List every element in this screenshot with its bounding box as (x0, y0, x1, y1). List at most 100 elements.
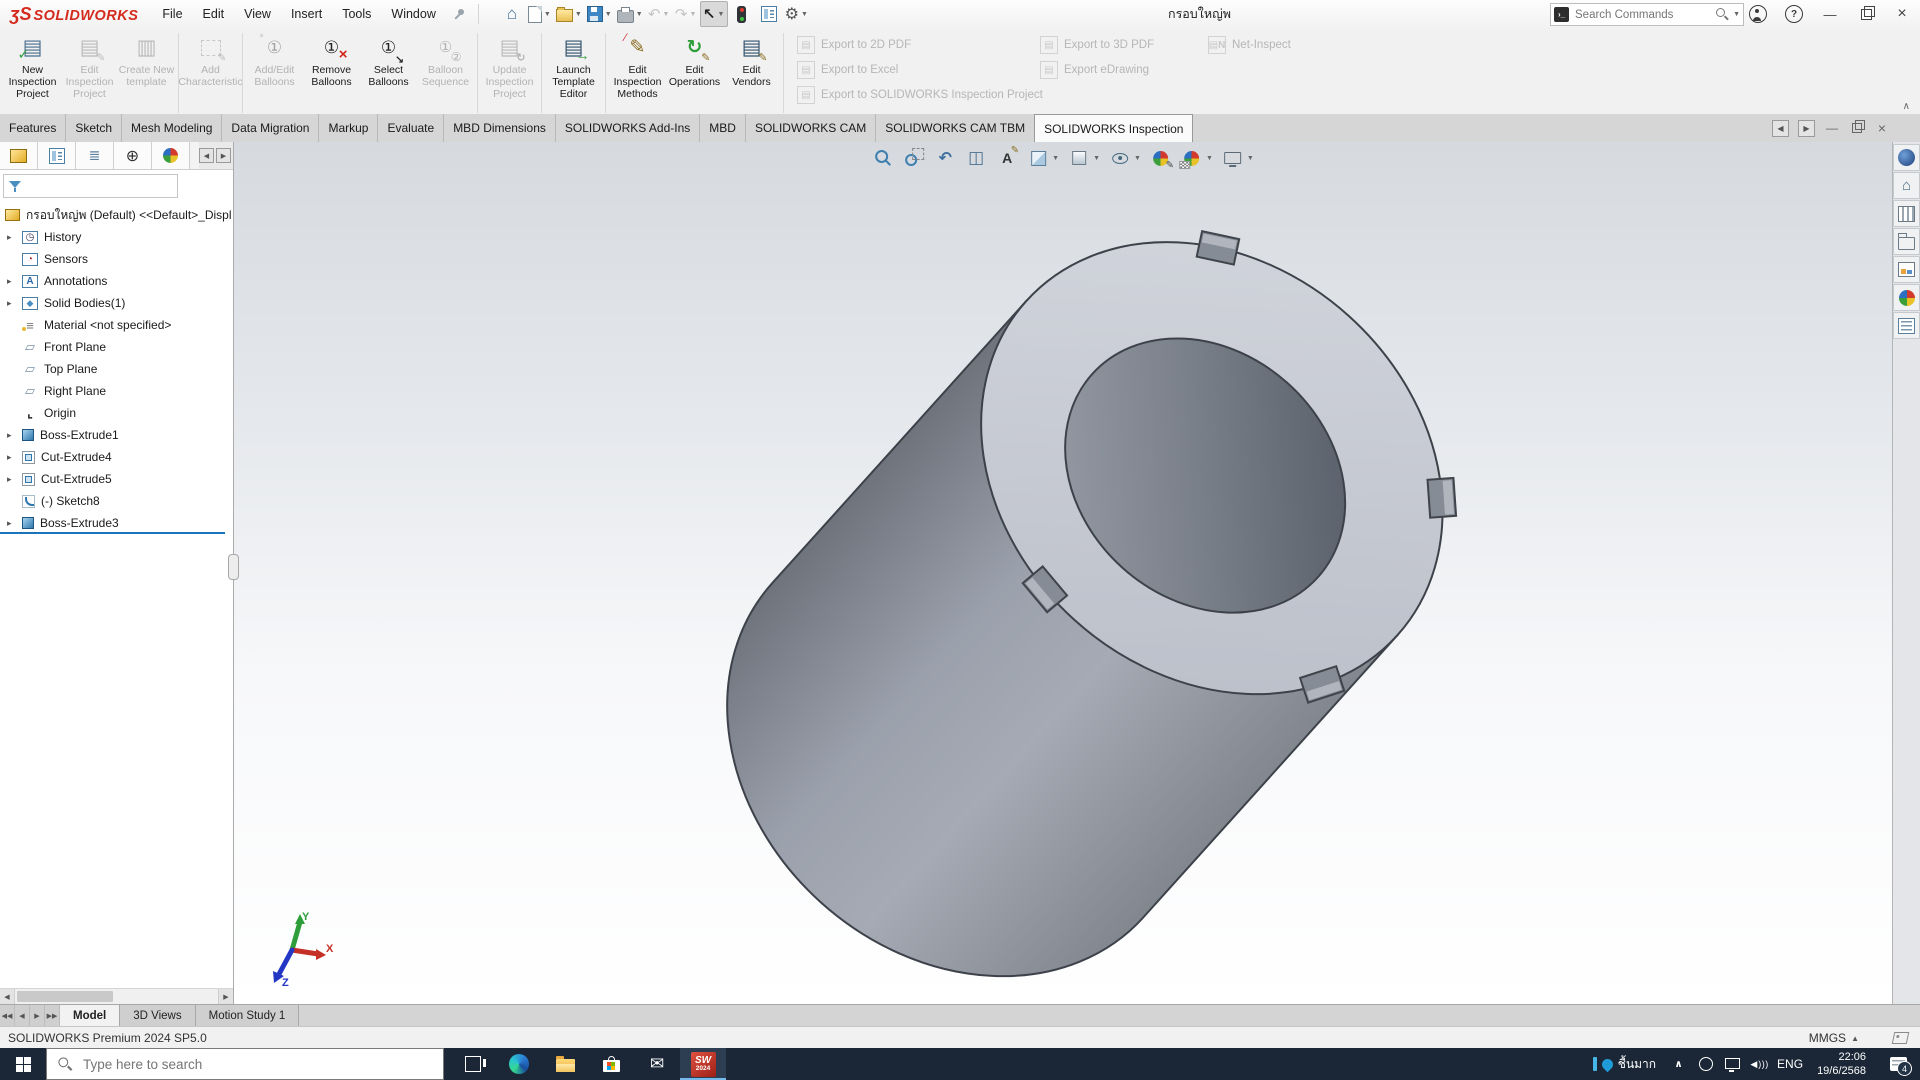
tree-item-top-plane[interactable]: ▸ Top Plane (0, 358, 233, 380)
last-tab-icon[interactable]: ▶▶ (45, 1005, 60, 1027)
panel-tabs-left-icon[interactable]: ◀ (199, 148, 214, 163)
display-style-icon[interactable]: ▼ (1066, 146, 1102, 170)
tab-features[interactable]: Features (0, 114, 66, 142)
mail-button[interactable] (634, 1048, 680, 1080)
language-indicator[interactable]: ENG (1773, 1057, 1807, 1071)
search-icon[interactable] (1716, 8, 1729, 21)
panel-tabs-right-icon[interactable]: ▶ (216, 148, 231, 163)
new-document-button[interactable]: ▼ (526, 2, 553, 26)
zoom-to-fit-icon[interactable]: ▼ (870, 146, 896, 170)
scroll-tabs-left-icon[interactable]: ◀ (1772, 120, 1789, 137)
solidworks-resources-icon[interactable] (1893, 144, 1920, 171)
remove-balloons-button[interactable]: Remove Balloons (303, 30, 360, 116)
design-library-icon[interactable] (1893, 200, 1920, 227)
edit-inspection-methods-button[interactable]: Edit Inspection Methods (609, 30, 666, 116)
export-edrawing-button[interactable]: Export eDrawing (1040, 61, 1190, 79)
tree-item-boss-extrude1[interactable]: ▸ Boss-Extrude1 (0, 424, 233, 446)
tab-solidworks-cam-tbm[interactable]: SOLIDWORKS CAM TBM (876, 114, 1035, 142)
tab-data-migration[interactable]: Data Migration (222, 114, 319, 142)
edit-operations-button[interactable]: Edit Operations (666, 30, 723, 116)
open-button[interactable]: ▼ (554, 2, 584, 26)
interference-check-button[interactable] (729, 2, 755, 26)
tray-app-button[interactable] (1692, 1048, 1719, 1080)
tree-filter-box[interactable] (3, 174, 178, 198)
balloon-sequence-button[interactable]: Balloon Sequence (417, 30, 474, 116)
weather-widget[interactable]: ชื้นมาก (1584, 1048, 1665, 1080)
dimxpert-manager-tab[interactable] (114, 142, 152, 169)
expand-arrow-icon[interactable]: ▸ (7, 276, 12, 287)
dropdown-arrow-icon[interactable]: ▼ (1206, 155, 1213, 162)
menu-tools[interactable]: Tools (332, 0, 381, 28)
tab-solidworks-cam[interactable]: SOLIDWORKS CAM (746, 114, 876, 142)
export-to-excel-button[interactable]: Export to Excel (797, 61, 1022, 79)
home-icon[interactable] (1893, 172, 1920, 199)
doc-restore-button[interactable] (1849, 120, 1865, 136)
panel-splitter-handle[interactable] (228, 554, 239, 580)
scroll-tabs-right-icon[interactable]: ▶ (1798, 120, 1815, 137)
undo-button[interactable]: ▼ (646, 2, 672, 26)
update-inspection-project-button[interactable]: Update Inspection Project (481, 30, 538, 116)
hide-show-items-icon[interactable]: ▼ (1107, 146, 1143, 170)
tab-solidworks-inspection[interactable]: SOLIDWORKS Inspection (1034, 114, 1193, 142)
export-to-2d-pdf-button[interactable]: Export to 2D PDF (797, 36, 1022, 54)
motion-study-1-tab[interactable]: Motion Study 1 (196, 1005, 300, 1027)
scroll-left-icon[interactable]: ◀ (0, 989, 15, 1004)
tree-item-origin[interactable]: ▸ Origin (0, 402, 233, 424)
edge-button[interactable] (496, 1048, 542, 1080)
expand-arrow-icon[interactable]: ▸ (7, 518, 12, 529)
first-tab-icon[interactable]: ◀◀ (0, 1005, 15, 1027)
configuration-manager-tab[interactable] (76, 142, 114, 169)
tree-item-right-plane[interactable]: ▸ Right Plane (0, 380, 233, 402)
action-center-button[interactable]: 4 (1876, 1048, 1920, 1080)
graphics-area[interactable]: ▼ ▼ ▼ ▼ (234, 142, 1892, 1004)
section-view-icon[interactable]: ▼ (963, 146, 989, 170)
tag-icon[interactable] (1892, 1032, 1910, 1044)
scrollbar-thumb[interactable] (17, 991, 113, 1002)
tab-markup[interactable]: Markup (319, 114, 378, 142)
menu-insert[interactable]: Insert (281, 0, 332, 28)
prev-tab-icon[interactable]: ◀ (15, 1005, 30, 1027)
view-orientation-icon[interactable]: ▼ (1025, 146, 1061, 170)
options-button[interactable]: ▼ (783, 2, 810, 26)
appearances-scenes-icon[interactable] (1893, 284, 1920, 311)
featuremanager-design-tree-tab[interactable] (0, 142, 38, 169)
tab-solidworks-add-ins[interactable]: SOLIDWORKS Add-Ins (556, 114, 700, 142)
home-button[interactable] (499, 2, 525, 26)
show-hidden-icons-button[interactable]: ∧ (1665, 1048, 1692, 1080)
tab-sketch[interactable]: Sketch (66, 114, 122, 142)
create-new-template-button[interactable]: Create New template (118, 30, 175, 116)
dropdown-arrow-icon[interactable]: ▼ (1134, 155, 1141, 162)
expand-arrow-icon[interactable]: ▸ (7, 232, 12, 243)
tree-item-front-plane[interactable]: ▸ Front Plane (0, 336, 233, 358)
tree-item-cut-extrude4[interactable]: ▸ Cut-Extrude4 (0, 446, 233, 468)
microsoft-store-button[interactable] (588, 1048, 634, 1080)
add-edit-balloons-button[interactable]: Add/Edit Balloons (246, 30, 303, 116)
account-button[interactable] (1740, 0, 1776, 28)
tree-item-solid-bodies[interactable]: ▸ Solid Bodies(1) (0, 292, 233, 314)
redo-button[interactable]: ▼ (673, 2, 699, 26)
expand-arrow-icon[interactable]: ▸ (7, 430, 12, 441)
tab-mesh-modeling[interactable]: Mesh Modeling (122, 114, 222, 142)
expand-arrow-icon[interactable]: ▸ (7, 298, 12, 309)
apply-scene-icon[interactable]: ▼ (1179, 146, 1215, 170)
add-characteristic-button[interactable]: Add Characteristic (182, 30, 239, 116)
scroll-right-icon[interactable]: ▶ (218, 989, 233, 1004)
dropdown-arrow-icon[interactable]: ▼ (1247, 155, 1254, 162)
file-properties-button[interactable] (756, 2, 782, 26)
taskbar-search-input[interactable] (81, 1056, 443, 1073)
help-button[interactable]: ? (1776, 0, 1812, 28)
zoom-to-area-icon[interactable]: ▼ (901, 146, 927, 170)
tree-item-sensors[interactable]: ▸ Sensors (0, 248, 233, 270)
custom-properties-icon[interactable] (1893, 312, 1920, 339)
tab-mbd-dimensions[interactable]: MBD Dimensions (444, 114, 556, 142)
volume-button[interactable] (1746, 1048, 1773, 1080)
tree-item-material[interactable]: ▸ Material <not specified> (0, 314, 233, 336)
close-button[interactable]: × (1884, 0, 1920, 28)
export-to-3d-pdf-button[interactable]: Export to 3D PDF (1040, 36, 1190, 54)
tree-item-sketch8[interactable]: ▸ (-) Sketch8 (0, 490, 233, 512)
pin-icon[interactable] (446, 2, 472, 26)
expand-arrow-icon[interactable]: ▸ (7, 474, 12, 485)
edit-vendors-button[interactable]: Edit Vendors (723, 30, 780, 116)
save-button[interactable]: ▼ (585, 2, 614, 26)
dropdown-arrow-icon[interactable]: ▼ (1093, 155, 1100, 162)
